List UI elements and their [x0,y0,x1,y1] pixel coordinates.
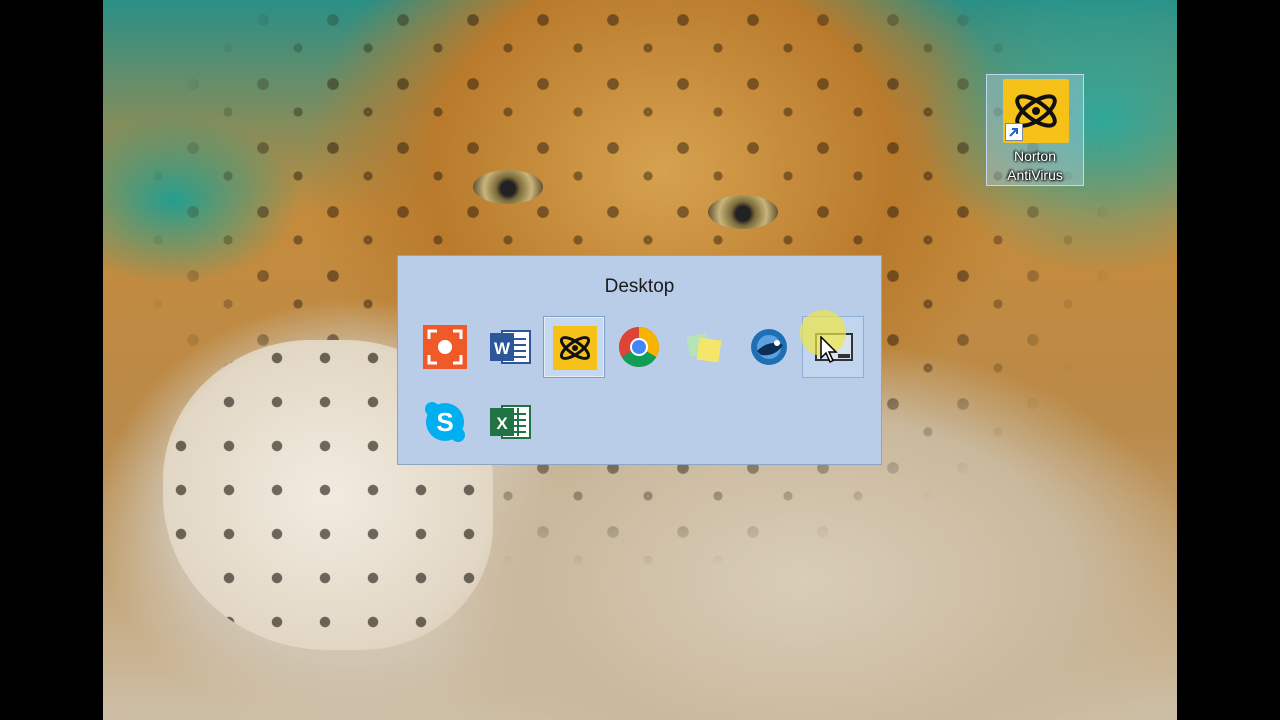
skype-icon: S [425,402,465,442]
orange-capture-icon [423,325,467,369]
shortcut-label: Norton AntiVirus [1007,148,1063,183]
skype-app[interactable]: S [414,391,476,453]
excel-icon: X [490,405,531,439]
thunderbird-icon [751,329,787,365]
chrome-icon [619,327,659,367]
sticky-notes-icon [686,333,722,363]
word-icon: W [490,330,531,364]
norton-antivirus-shortcut[interactable]: Norton AntiVirus [986,74,1084,186]
norton-app[interactable] [543,316,605,378]
word-app[interactable]: W [479,316,541,378]
wallpaper-eye-right [708,195,778,229]
norton-antivirus-icon [553,326,597,370]
wallpaper-eye-left [473,170,543,204]
screen-capture-app[interactable] [414,316,476,378]
mouse-pointer-icon [820,335,840,369]
desktop-toolbar-flyout: Desktop W S X [397,255,882,465]
svg-text:S: S [436,407,453,437]
excel-app[interactable]: X [479,391,541,453]
svg-text:W: W [494,339,511,358]
thunderbird-app[interactable] [738,316,800,378]
sticky-notes-app[interactable] [673,316,735,378]
svg-text:X: X [496,414,508,433]
chrome-app[interactable] [608,316,670,378]
flyout-title: Desktop [604,276,675,297]
shortcut-arrow-icon [1005,123,1023,141]
